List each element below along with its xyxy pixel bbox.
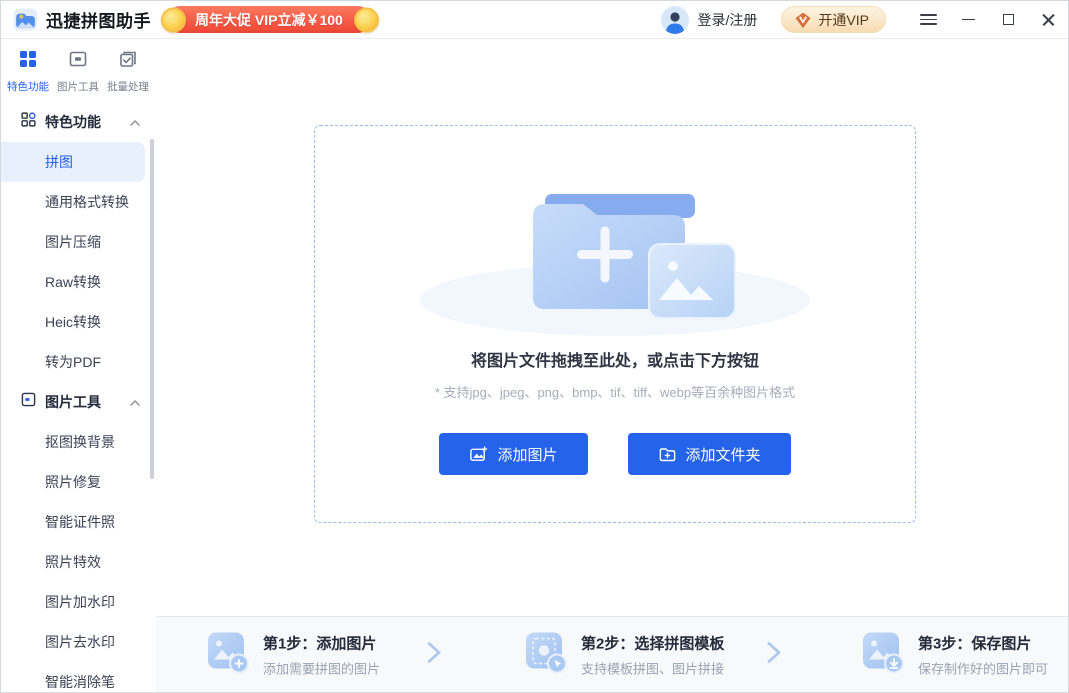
close-button[interactable] (1028, 2, 1068, 38)
sidebar-scrollbar[interactable] (150, 139, 154, 479)
titlebar-right: 登录/注册 开通VIP (661, 2, 1068, 38)
tab-label: 批量处理 (107, 79, 149, 94)
features-grid-icon (18, 49, 38, 74)
main-content: 将图片文件拖拽至此处，或点击下方按钮 * 支持jpg、jpeg、png、bmp、… (156, 39, 1068, 616)
add-image-label: 添加图片 (497, 444, 557, 465)
app-logo-icon (13, 7, 38, 32)
sidebar-item-background-remove[interactable]: 抠图换背景 (1, 422, 145, 462)
sidebar-item-photo-effects[interactable]: 照片特效 (1, 542, 145, 582)
login-register-link[interactable]: 登录/注册 (698, 10, 758, 30)
step-desc: 支持模板拼图、图片拼接 (581, 658, 724, 677)
chevron-right-icon (427, 641, 441, 668)
sidebar-item-remove-watermark[interactable]: 图片去水印 (1, 622, 145, 662)
vip-button-label: 开通VIP (818, 10, 869, 30)
minimize-button[interactable] (948, 2, 988, 38)
section-header-image-tools[interactable]: 图片工具 (1, 382, 156, 422)
titlebar: 迅捷拼图助手 周年大促 VIP立减￥100 登录/注册 (1, 1, 1068, 39)
step-title: 第3步：保存图片 (918, 632, 1048, 653)
menu-button[interactable] (908, 2, 948, 38)
sidebar-item-to-pdf[interactable]: 转为PDF (1, 342, 145, 382)
app-window: 迅捷拼图助手 周年大促 VIP立减￥100 登录/注册 (0, 0, 1069, 693)
add-image-icon (469, 445, 488, 464)
coin-icon (161, 7, 186, 32)
sidebar-item-heic-convert[interactable]: Heic转换 (1, 302, 145, 342)
promo-banner[interactable]: 周年大促 VIP立减￥100 (167, 6, 371, 33)
step-title: 第2步：选择拼图模板 (581, 632, 724, 653)
section-title: 特色功能 (45, 112, 101, 132)
sidebar-item-add-watermark[interactable]: 图片加水印 (1, 582, 145, 622)
step-3-save-image-icon (861, 630, 905, 679)
add-folder-button[interactable]: 添加文件夹 (628, 433, 791, 475)
add-folder-label: 添加文件夹 (686, 444, 761, 465)
step-3-save-image: 第3步：保存图片 保存制作好的图片即可 (861, 630, 1048, 679)
dropzone-formats-note: * 支持jpg、jpeg、png、bmp、tif、tiff、webp等百余种图片… (435, 382, 795, 401)
sidebar-item-smart-eraser[interactable]: 智能消除笔 (1, 662, 145, 693)
vip-badge-icon (794, 11, 812, 29)
dropzone-buttons: 添加图片 添加文件夹 (439, 433, 790, 475)
image-tools-icon (68, 49, 88, 74)
section-title: 图片工具 (45, 392, 101, 412)
coin-icon (354, 7, 379, 32)
chevron-up-icon[interactable] (130, 393, 140, 411)
features-section-icon (21, 112, 36, 132)
sidebar-menu: 特色功能 拼图 通用格式转换 图片压缩 Raw转换 Heic转换 转为PDF (1, 102, 156, 693)
minimize-icon (962, 19, 975, 21)
promo-text: 周年大促 VIP立减￥100 (195, 10, 343, 30)
batch-process-icon (118, 49, 138, 74)
sidebar-item-photo-repair[interactable]: 照片修复 (1, 462, 145, 502)
open-vip-button[interactable]: 开通VIP (781, 6, 886, 33)
add-image-button[interactable]: 添加图片 (439, 433, 587, 475)
maximize-button[interactable] (988, 2, 1028, 38)
sidebar-tabs: 特色功能 图片工具 批 (1, 39, 156, 94)
tab-features[interactable]: 特色功能 (3, 49, 53, 94)
dropzone-title: 将图片文件拖拽至此处，或点击下方按钮 (471, 347, 759, 371)
chevron-right-icon (767, 641, 781, 668)
sidebar-item-format-convert[interactable]: 通用格式转换 (1, 182, 145, 222)
tab-label: 特色功能 (7, 79, 49, 94)
sidebar-item-id-photo[interactable]: 智能证件照 (1, 502, 145, 542)
image-tools-section-icon (21, 392, 36, 412)
step-desc: 添加需要拼图的图片 (263, 658, 380, 677)
hamburger-menu-icon (920, 14, 937, 25)
window-controls (908, 2, 1068, 38)
tab-batch-process[interactable]: 批量处理 (103, 49, 153, 94)
image-dropzone[interactable]: 将图片文件拖拽至此处，或点击下方按钮 * 支持jpg、jpeg、png、bmp、… (314, 125, 916, 523)
step-1-add-images: 第1步：添加图片 添加需要拼图的图片 (206, 630, 380, 679)
steps-bar: 第1步：添加图片 添加需要拼图的图片 第2步：选择拼图模板 支持模板拼图、图片拼… (153, 616, 1068, 692)
add-folder-icon (658, 445, 677, 464)
app-title: 迅捷拼图助手 (46, 7, 151, 32)
tab-image-tools[interactable]: 图片工具 (53, 49, 103, 94)
sidebar-item-collage[interactable]: 拼图 (1, 142, 145, 182)
tab-label: 图片工具 (57, 79, 99, 94)
sidebar: 特色功能 图片工具 批 (1, 39, 156, 692)
sidebar-item-image-compress[interactable]: 图片压缩 (1, 222, 145, 262)
sidebar-item-raw-convert[interactable]: Raw转换 (1, 262, 145, 302)
maximize-icon (1003, 14, 1014, 25)
chevron-up-icon[interactable] (130, 113, 140, 131)
section-header-features[interactable]: 特色功能 (1, 102, 156, 142)
step-desc: 保存制作好的图片即可 (918, 658, 1048, 677)
folder-upload-illustration (415, 178, 815, 341)
step-1-add-images-icon (206, 630, 250, 679)
step-title: 第1步：添加图片 (263, 632, 380, 653)
close-icon (1042, 13, 1055, 26)
step-2-choose-template: 第2步：选择拼图模板 支持模板拼图、图片拼接 (524, 630, 724, 679)
step-2-choose-template-icon (524, 630, 568, 679)
avatar[interactable] (661, 6, 689, 34)
